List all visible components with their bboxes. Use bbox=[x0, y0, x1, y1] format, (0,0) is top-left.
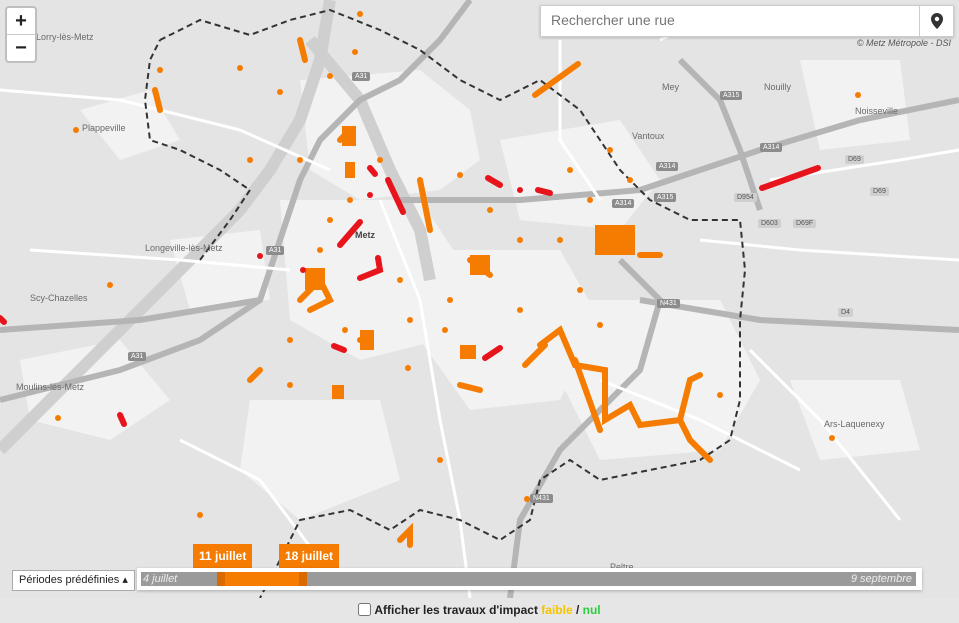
place-label: Mey bbox=[662, 82, 680, 92]
timeline-track[interactable]: 4 juillet 9 septembre bbox=[141, 572, 916, 586]
map-canvas[interactable]: Lorry-lès-Metz Plappeville Metz Longevil… bbox=[0, 0, 959, 598]
range-start-handle[interactable] bbox=[217, 572, 225, 586]
street-search-input[interactable] bbox=[541, 6, 931, 34]
road-shield: N431 bbox=[657, 299, 680, 308]
map-layer bbox=[0, 0, 959, 598]
place-label: Ars-Laquenexy bbox=[824, 419, 885, 429]
map-pin-icon bbox=[930, 13, 943, 29]
place-label: Scy-Chazelles bbox=[30, 293, 88, 303]
place-label: Vantoux bbox=[632, 131, 665, 141]
range-end-flag[interactable]: 18 juillet bbox=[279, 544, 340, 568]
place-label: Noisseville bbox=[855, 106, 899, 116]
place-label-city: Metz bbox=[355, 230, 375, 240]
road-shield: A314 bbox=[760, 143, 783, 152]
place-label: Moulins-lès-Metz bbox=[16, 382, 85, 392]
road-shield: D69F bbox=[793, 219, 817, 228]
impact-filter: Afficher les travaux d'impact faible / n… bbox=[0, 598, 959, 623]
road-shield: A314 bbox=[656, 162, 679, 171]
range-start-flag[interactable]: 11 juillet bbox=[193, 544, 253, 568]
zoom-in-button[interactable]: + bbox=[7, 8, 35, 34]
road-shield: A31 bbox=[352, 72, 371, 81]
road-shield: D69 bbox=[870, 187, 889, 196]
timeline-end-label: 9 septembre bbox=[850, 573, 912, 585]
road-shield: D954 bbox=[734, 193, 757, 202]
place-label: Plappeville bbox=[82, 123, 126, 133]
zoom-out-button[interactable]: − bbox=[7, 34, 35, 61]
show-low-impact-checkbox[interactable] bbox=[358, 603, 372, 617]
impact-zero-label: nul bbox=[582, 603, 601, 617]
date-timeline: 4 juillet 9 septembre bbox=[137, 568, 922, 590]
place-label: Longeville-lès-Metz bbox=[145, 243, 223, 253]
road-shield: A315 bbox=[654, 193, 677, 202]
place-label: Nouilly bbox=[764, 82, 792, 92]
road-shield: A314 bbox=[612, 199, 635, 208]
road-shield: N431 bbox=[530, 494, 553, 503]
zoom-control: + − bbox=[5, 6, 37, 63]
road-shield: A31 bbox=[266, 246, 285, 255]
road-shield: D69 bbox=[845, 155, 864, 164]
place-label: Lorry-lès-Metz bbox=[36, 32, 94, 42]
street-search-box bbox=[540, 5, 954, 37]
road-shield: D603 bbox=[758, 219, 781, 228]
map-attribution: © Metz Métropole - DSI bbox=[856, 38, 951, 48]
impact-separator: / bbox=[572, 603, 583, 617]
impact-filter-text: Afficher les travaux d'impact bbox=[374, 603, 542, 617]
preset-periods-dropdown[interactable]: Périodes prédéfinies ▴ bbox=[12, 570, 135, 591]
timeline-start-label: 4 juillet bbox=[143, 573, 178, 585]
timeline-selected-range[interactable] bbox=[217, 572, 307, 586]
road-shield: A31 bbox=[128, 352, 147, 361]
road-shield: A315 bbox=[720, 91, 743, 100]
road-shield: D4 bbox=[838, 308, 853, 317]
impact-low-label: faible bbox=[541, 603, 573, 617]
range-end-handle[interactable] bbox=[299, 572, 307, 586]
locate-button[interactable] bbox=[919, 6, 953, 36]
